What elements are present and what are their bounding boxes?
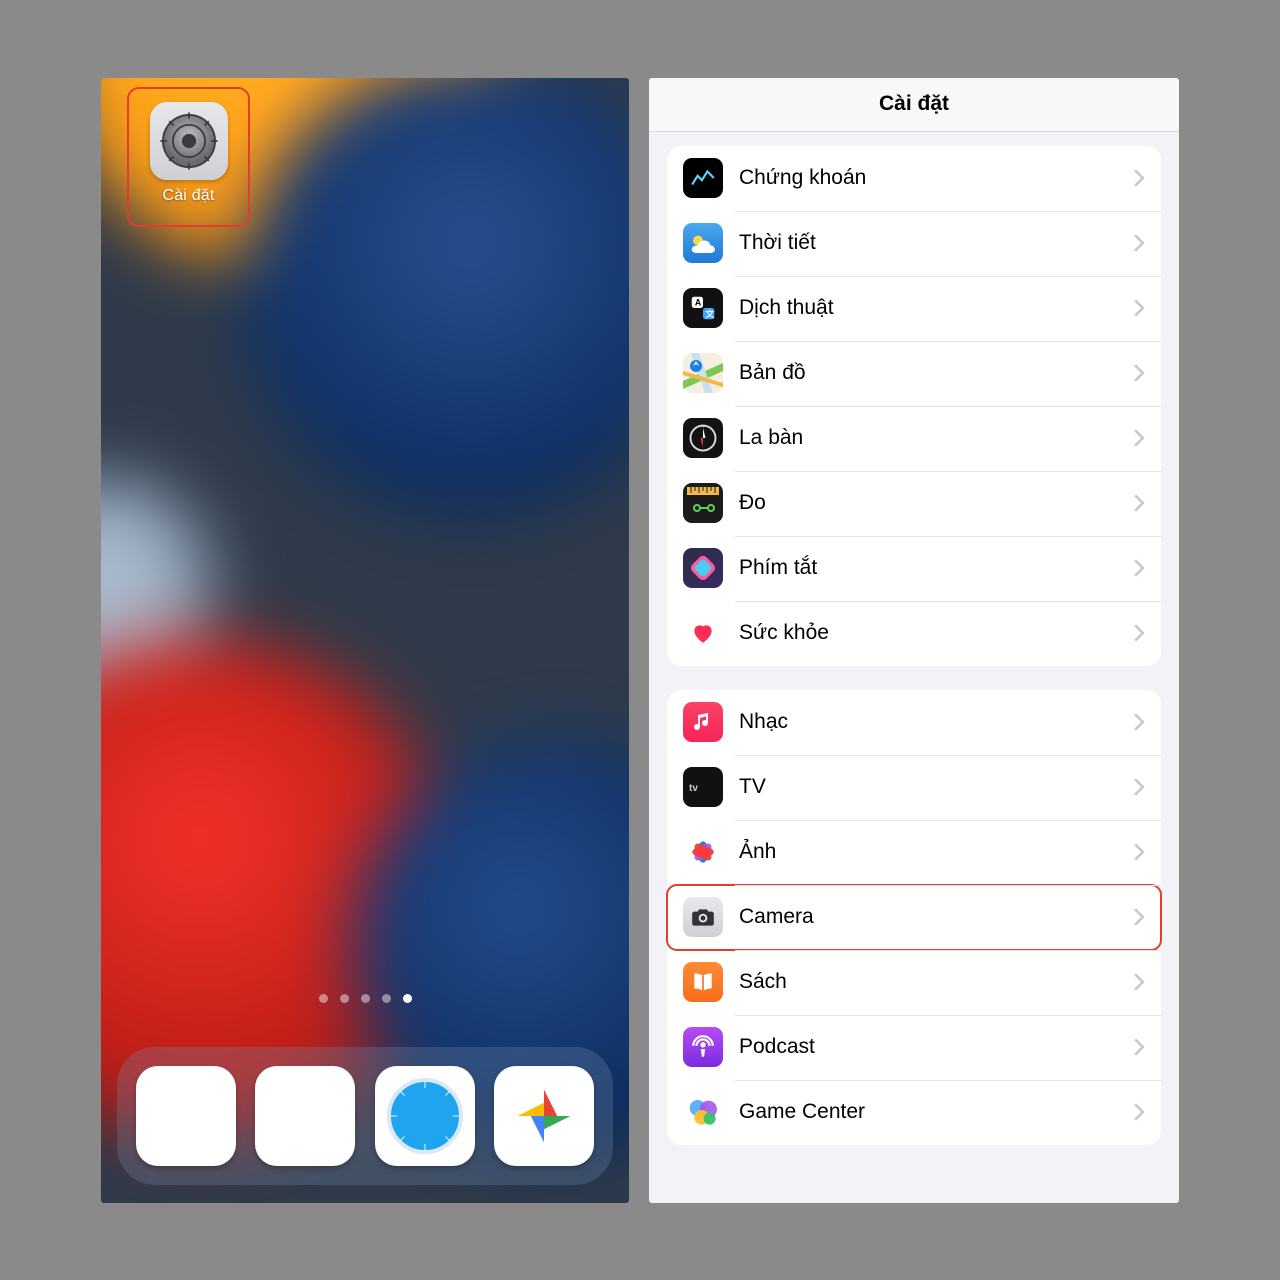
settings-row-gamecenter[interactable]: Game Center bbox=[667, 1080, 1161, 1145]
svg-text:tv: tv bbox=[689, 783, 698, 794]
books-icon bbox=[683, 962, 723, 1002]
chevron-right-icon bbox=[1133, 559, 1145, 577]
page-indicator[interactable] bbox=[101, 994, 629, 1003]
settings-row-photos[interactable]: Ảnh bbox=[667, 820, 1161, 885]
settings-row-label: Sách bbox=[739, 970, 1133, 994]
settings-row-health[interactable]: Sức khỏe bbox=[667, 601, 1161, 666]
settings-group-apps-2: Nhạc tv TV Ảnh Camera bbox=[667, 690, 1161, 1145]
chevron-right-icon bbox=[1133, 1038, 1145, 1056]
app-icon-label: Cài đặt bbox=[162, 187, 214, 205]
chevron-right-icon bbox=[1133, 299, 1145, 317]
chevron-right-icon bbox=[1133, 169, 1145, 187]
settings-row-label: La bàn bbox=[739, 426, 1133, 450]
dock bbox=[117, 1047, 613, 1185]
chevron-right-icon bbox=[1133, 973, 1145, 991]
settings-row-label: Nhạc bbox=[739, 710, 1133, 734]
settings-row-maps[interactable]: Bản đồ bbox=[667, 341, 1161, 406]
settings-screen: Cài đặt Chứng khoán Thời tiết A文 Dịch th… bbox=[649, 78, 1179, 1203]
dock-app-phone[interactable] bbox=[136, 1066, 236, 1166]
chevron-right-icon bbox=[1133, 624, 1145, 642]
settings-row-stocks[interactable]: Chứng khoán bbox=[667, 146, 1161, 211]
camera-icon bbox=[683, 897, 723, 937]
dock-app-photos[interactable] bbox=[494, 1066, 594, 1166]
settings-row-label: Chứng khoán bbox=[739, 166, 1133, 190]
gear-icon bbox=[150, 102, 228, 180]
settings-row-label: Thời tiết bbox=[739, 231, 1133, 255]
photos-icon bbox=[683, 832, 723, 872]
music-icon bbox=[683, 702, 723, 742]
settings-row-label: TV bbox=[739, 775, 1133, 799]
settings-row-books[interactable]: Sách bbox=[667, 950, 1161, 1015]
tv-icon: tv bbox=[683, 767, 723, 807]
settings-row-label: Đo bbox=[739, 491, 1133, 515]
chevron-right-icon bbox=[1133, 1103, 1145, 1121]
chevron-right-icon bbox=[1133, 429, 1145, 447]
chevron-right-icon bbox=[1133, 908, 1145, 926]
settings-scroll[interactable]: Chứng khoán Thời tiết A文 Dịch thuật Bản … bbox=[649, 132, 1179, 1203]
settings-row-label: Ảnh bbox=[739, 840, 1133, 864]
dock-app-messages[interactable] bbox=[255, 1066, 355, 1166]
settings-row-shortcuts[interactable]: Phím tắt bbox=[667, 536, 1161, 601]
settings-row-tv[interactable]: tv TV bbox=[667, 755, 1161, 820]
settings-row-camera[interactable]: Camera bbox=[667, 885, 1161, 950]
settings-row-podcast[interactable]: Podcast bbox=[667, 1015, 1161, 1080]
wallpaper bbox=[101, 78, 629, 1203]
page-title: Cài đặt bbox=[649, 78, 1179, 132]
svg-text:A: A bbox=[695, 298, 702, 308]
home-screen: Cài đặt bbox=[101, 78, 629, 1203]
stocks-icon bbox=[683, 158, 723, 198]
svg-text:N: N bbox=[701, 423, 704, 428]
chevron-right-icon bbox=[1133, 843, 1145, 861]
podcast-icon bbox=[683, 1027, 723, 1067]
settings-row-label: Bản đồ bbox=[739, 361, 1133, 385]
weather-icon bbox=[683, 223, 723, 263]
svg-text:文: 文 bbox=[706, 308, 715, 319]
dock-app-safari[interactable] bbox=[375, 1066, 475, 1166]
chevron-right-icon bbox=[1133, 234, 1145, 252]
settings-row-label: Dịch thuật bbox=[739, 296, 1133, 320]
settings-row-label: Sức khỏe bbox=[739, 621, 1133, 645]
maps-icon bbox=[683, 353, 723, 393]
measure-icon bbox=[683, 483, 723, 523]
chevron-right-icon bbox=[1133, 364, 1145, 382]
settings-row-measure[interactable]: Đo bbox=[667, 471, 1161, 536]
app-icon-settings[interactable]: Cài đặt bbox=[127, 87, 250, 227]
compass-icon: N bbox=[683, 418, 723, 458]
settings-row-label: Game Center bbox=[739, 1100, 1133, 1124]
settings-row-label: Podcast bbox=[739, 1035, 1133, 1059]
chevron-right-icon bbox=[1133, 713, 1145, 731]
translate-icon: A文 bbox=[683, 288, 723, 328]
settings-row-label: Camera bbox=[739, 905, 1133, 929]
chevron-right-icon bbox=[1133, 778, 1145, 796]
settings-row-compass[interactable]: N La bàn bbox=[667, 406, 1161, 471]
settings-row-label: Phím tắt bbox=[739, 556, 1133, 580]
gamecenter-icon bbox=[683, 1092, 723, 1132]
health-icon bbox=[683, 613, 723, 653]
settings-group-apps-1: Chứng khoán Thời tiết A文 Dịch thuật Bản … bbox=[667, 146, 1161, 666]
settings-row-weather[interactable]: Thời tiết bbox=[667, 211, 1161, 276]
settings-row-music[interactable]: Nhạc bbox=[667, 690, 1161, 755]
shortcuts-icon bbox=[683, 548, 723, 588]
chevron-right-icon bbox=[1133, 494, 1145, 512]
settings-row-translate[interactable]: A文 Dịch thuật bbox=[667, 276, 1161, 341]
